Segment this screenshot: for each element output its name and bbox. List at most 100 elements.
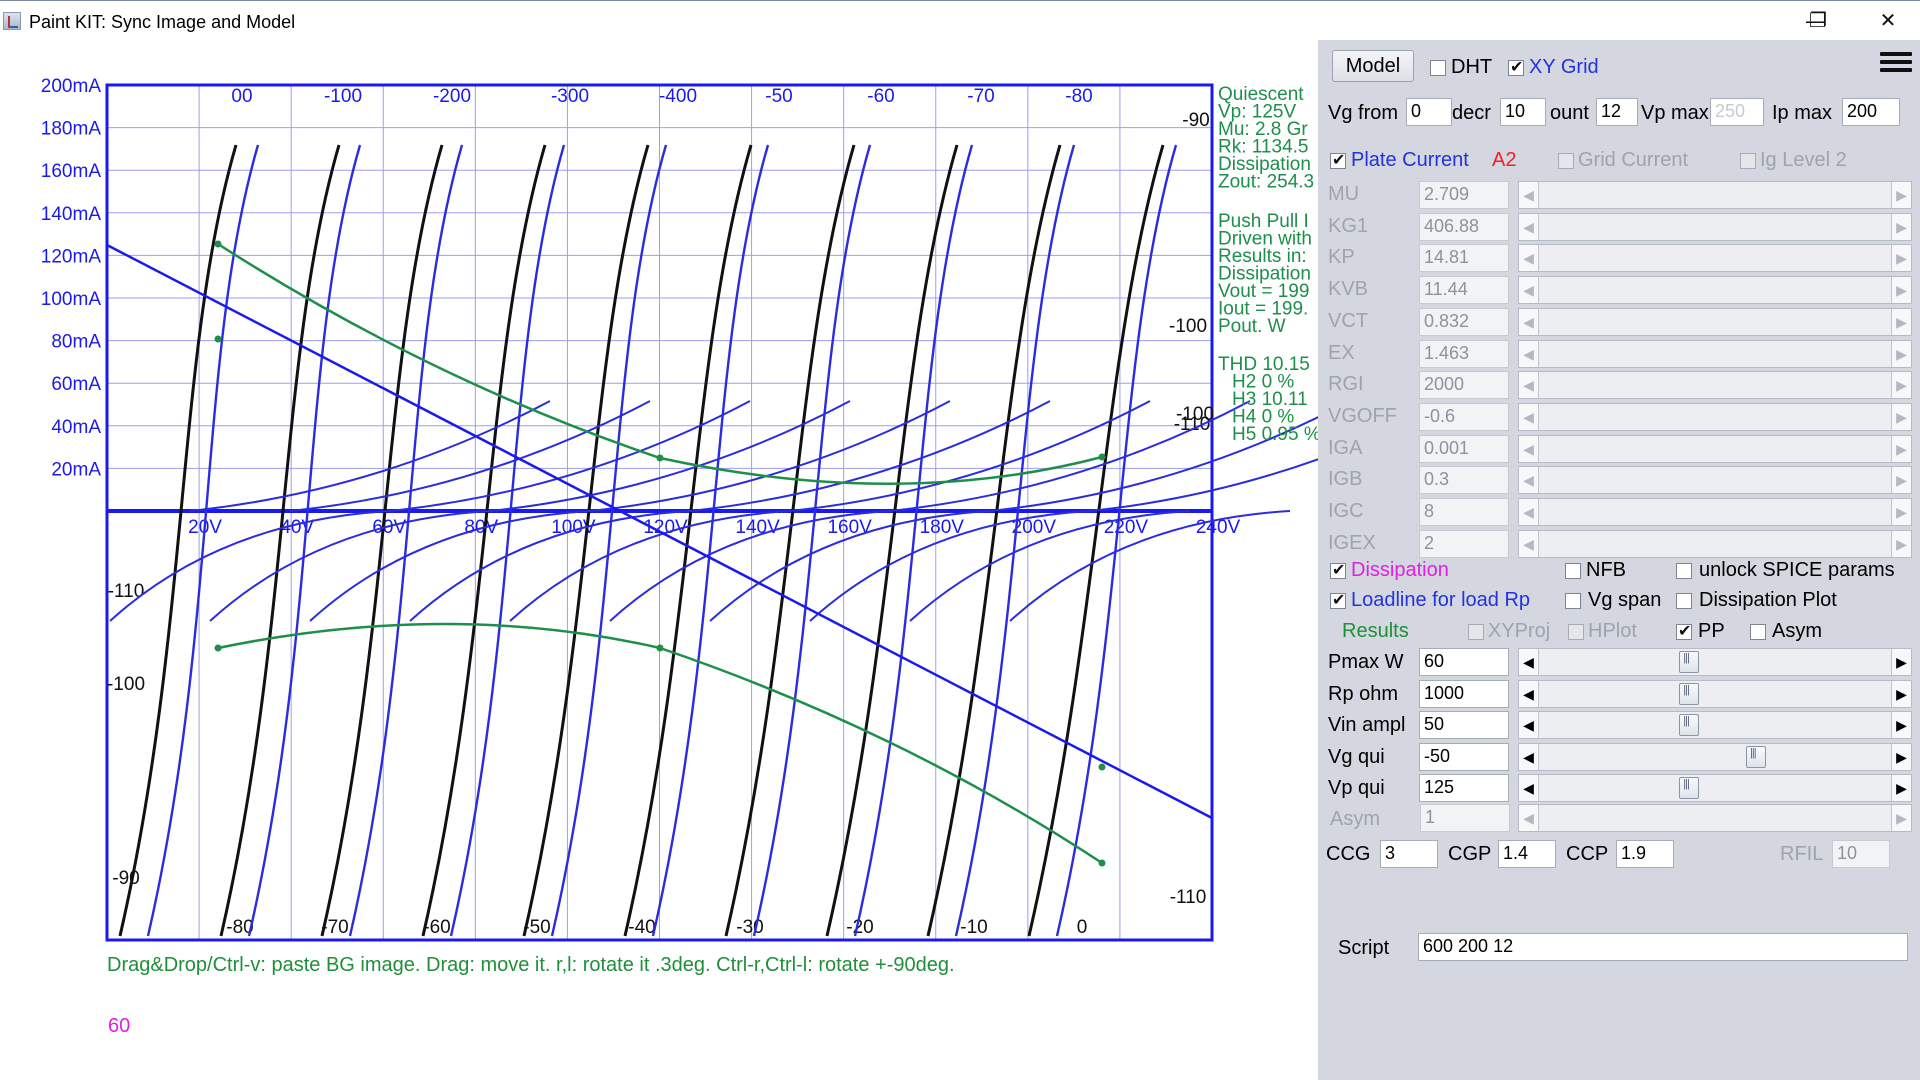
slider-right-arrow[interactable]: ▶ [1891, 245, 1911, 272]
slider-left-arrow[interactable]: ◀ [1519, 308, 1539, 335]
slider-left-arrow[interactable]: ◀ [1519, 277, 1539, 304]
control-slider-pmax-w[interactable]: ◀▶ [1518, 648, 1912, 676]
slider-left-arrow[interactable]: ◀ [1519, 403, 1539, 430]
slider-right-arrow[interactable]: ▶ [1891, 467, 1911, 494]
param-slider-iga[interactable]: ◀ ▶ [1518, 434, 1912, 463]
param-field-igb[interactable]: 0.3 [1419, 466, 1509, 495]
slider-right-arrow[interactable]: ▶ [1891, 182, 1911, 208]
slider-left-arrow[interactable]: ◀ [1519, 775, 1539, 801]
param-slider-mu[interactable]: ◀ ▶ [1518, 181, 1912, 209]
slider-left-arrow[interactable]: ◀ [1519, 245, 1539, 272]
grid-current-checkbox[interactable] [1558, 153, 1574, 169]
slider-right-arrow[interactable]: ▶ [1891, 680, 1911, 707]
control-field-vp-qui[interactable]: 125 [1419, 774, 1509, 802]
control-slider-rp-ohm[interactable]: ◀▶ [1518, 679, 1912, 708]
control-slider-vg-qui[interactable]: ◀▶ [1518, 742, 1912, 771]
restore-button[interactable]: ❐ [1778, 0, 1858, 40]
slider-right-arrow[interactable]: ▶ [1891, 499, 1911, 525]
asym-checkbox[interactable] [1750, 624, 1766, 640]
ccp-field[interactable]: 1.9 [1616, 840, 1674, 868]
param-slider-igex[interactable]: ◀ ▶ [1518, 529, 1912, 558]
ipmax-field[interactable]: 200 [1842, 98, 1900, 126]
dissipation-plot-checkbox[interactable] [1676, 593, 1692, 609]
param-field-kg1[interactable]: 406.88 [1419, 212, 1509, 241]
slider-right-arrow[interactable]: ▶ [1891, 340, 1911, 367]
param-slider-rgi[interactable]: ◀ ▶ [1518, 371, 1912, 400]
slider-right-arrow[interactable]: ▶ [1891, 775, 1911, 801]
param-field-igc[interactable]: 8 [1419, 498, 1509, 526]
param-slider-ex[interactable]: ◀ ▶ [1518, 339, 1912, 368]
slider-left-arrow[interactable]: ◀ [1519, 372, 1539, 399]
slider-left-arrow[interactable]: ◀ [1519, 680, 1539, 707]
dissipation-checkbox[interactable] [1330, 560, 1346, 580]
hplot-checkbox[interactable] [1568, 624, 1584, 640]
asym-right-arrow[interactable]: ▶ [1891, 805, 1911, 831]
ccg-field[interactable]: 3 [1380, 840, 1438, 868]
slider-right-arrow[interactable]: ▶ [1891, 308, 1911, 335]
control-field-vin-ampl[interactable]: 50 [1419, 711, 1509, 739]
control-field-rp-ohm[interactable]: 1000 [1419, 679, 1509, 708]
rfil-field[interactable]: 10 [1832, 840, 1890, 868]
slider-left-arrow[interactable]: ◀ [1519, 467, 1539, 494]
xyproj-checkbox[interactable] [1468, 624, 1484, 640]
slider-right-arrow[interactable]: ▶ [1891, 712, 1911, 738]
vg-from-field[interactable]: 0 [1406, 98, 1452, 126]
tube-curve-plot[interactable]: 200mA 180mA 160mA 140mA 120mA 100mA 80mA 60mA 40… [0, 40, 1318, 980]
control-slider-vin-ampl[interactable]: ◀▶ [1518, 711, 1912, 739]
asym-field[interactable]: 1 [1420, 804, 1510, 832]
slider-thumb[interactable] [1679, 714, 1700, 736]
decr-field[interactable]: 10 [1500, 98, 1546, 126]
slider-thumb[interactable] [1679, 777, 1700, 799]
slider-left-arrow[interactable]: ◀ [1519, 712, 1539, 738]
control-field-pmax-w[interactable]: 60 [1419, 648, 1509, 676]
slider-left-arrow[interactable]: ◀ [1519, 743, 1539, 770]
slider-thumb[interactable] [1679, 682, 1700, 705]
dht-checkbox[interactable] [1430, 60, 1446, 76]
control-slider-vp-qui[interactable]: ◀▶ [1518, 774, 1912, 802]
script-field[interactable]: 600 200 12 [1418, 933, 1908, 961]
param-field-mu[interactable]: 2.709 [1419, 181, 1509, 209]
param-field-iga[interactable]: 0.001 [1419, 434, 1509, 463]
slider-right-arrow[interactable]: ▶ [1891, 743, 1911, 770]
vpmax-field[interactable]: 250 [1710, 98, 1764, 126]
param-slider-igc[interactable]: ◀ ▶ [1518, 498, 1912, 526]
plate-current-checkbox[interactable] [1330, 150, 1346, 170]
slider-left-arrow[interactable]: ◀ [1519, 435, 1539, 462]
loadline-checkbox[interactable] [1330, 590, 1346, 610]
slider-right-arrow[interactable]: ▶ [1891, 372, 1911, 399]
param-slider-kvb[interactable]: ◀ ▶ [1518, 276, 1912, 305]
cgp-field[interactable]: 1.4 [1498, 840, 1556, 868]
param-field-vgoff[interactable]: -0.6 [1419, 402, 1509, 431]
nfb-checkbox[interactable] [1565, 563, 1581, 579]
slider-thumb[interactable] [1746, 745, 1767, 768]
count-field[interactable]: 12 [1596, 98, 1638, 126]
xygrid-checkbox[interactable] [1508, 57, 1524, 77]
asym-slider[interactable]: ◀ ▶ [1518, 804, 1912, 832]
slider-right-arrow[interactable]: ▶ [1891, 403, 1911, 430]
slider-left-arrow[interactable]: ◀ [1519, 213, 1539, 240]
asym-left-arrow[interactable]: ◀ [1519, 805, 1539, 831]
model-button[interactable]: Model [1332, 50, 1414, 82]
param-slider-vgoff[interactable]: ◀ ▶ [1518, 402, 1912, 431]
slider-left-arrow[interactable]: ◀ [1519, 499, 1539, 525]
param-slider-kp[interactable]: ◀ ▶ [1518, 244, 1912, 273]
pp-checkbox[interactable] [1676, 621, 1692, 641]
slider-right-arrow[interactable]: ▶ [1891, 649, 1911, 675]
slider-left-arrow[interactable]: ◀ [1519, 340, 1539, 367]
menu-icon[interactable] [1880, 48, 1912, 78]
plot-area[interactable]: 200mA 180mA 160mA 140mA 120mA 100mA 80mA 60mA 40… [0, 40, 1318, 1080]
ig-level2-checkbox[interactable] [1740, 153, 1756, 169]
param-slider-vct[interactable]: ◀ ▶ [1518, 307, 1912, 336]
unlock-spice-checkbox[interactable] [1676, 563, 1692, 579]
param-field-igex[interactable]: 2 [1419, 529, 1509, 558]
slider-right-arrow[interactable]: ▶ [1891, 277, 1911, 304]
param-field-kp[interactable]: 14.81 [1419, 244, 1509, 273]
slider-left-arrow[interactable]: ◀ [1519, 182, 1539, 208]
vgspan-checkbox[interactable] [1565, 593, 1581, 609]
slider-left-arrow[interactable]: ◀ [1519, 649, 1539, 675]
slider-right-arrow[interactable]: ▶ [1891, 213, 1911, 240]
slider-right-arrow[interactable]: ▶ [1891, 530, 1911, 557]
param-field-ex[interactable]: 1.463 [1419, 339, 1509, 368]
param-slider-igb[interactable]: ◀ ▶ [1518, 466, 1912, 495]
param-field-kvb[interactable]: 11.44 [1419, 276, 1509, 305]
